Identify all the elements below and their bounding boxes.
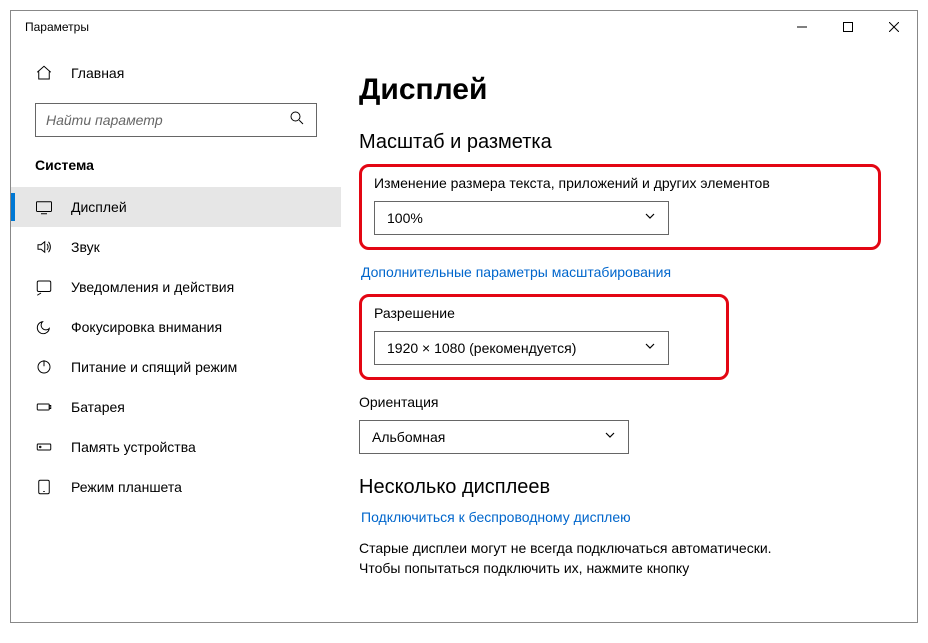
sidebar-item-battery[interactable]: Батарея — [11, 387, 341, 427]
sidebar-item-label: Режим планшета — [71, 479, 182, 495]
chevron-down-icon — [644, 339, 656, 357]
sidebar-item-display[interactable]: Дисплей — [11, 187, 341, 227]
settings-window: Параметры Главная — [10, 10, 918, 623]
resolution-value: 1920 × 1080 (рекомендуется) — [387, 340, 576, 356]
notifications-icon — [35, 278, 53, 296]
sidebar-item-label: Звук — [71, 239, 100, 255]
sidebar-item-tablet[interactable]: Режим планшета — [11, 467, 341, 507]
focus-icon — [35, 318, 53, 336]
home-icon — [35, 64, 53, 82]
sidebar-item-power[interactable]: Питание и спящий режим — [11, 347, 341, 387]
sidebar-item-label: Батарея — [71, 399, 125, 415]
orientation-label: Ориентация — [359, 394, 881, 410]
page-title: Дисплей — [359, 73, 881, 107]
multi-section-title: Несколько дисплеев — [359, 476, 881, 499]
sidebar-item-sound[interactable]: Звук — [11, 227, 341, 267]
resolution-dropdown[interactable]: 1920 × 1080 (рекомендуется) — [374, 331, 669, 365]
minimize-button[interactable] — [779, 11, 825, 43]
search-icon — [288, 109, 306, 132]
window-controls — [779, 11, 917, 43]
scale-highlight: Изменение размера текста, приложений и д… — [359, 164, 881, 250]
connect-wireless-link[interactable]: Подключиться к беспроводному дисплею — [361, 509, 631, 525]
scale-section-title: Масштаб и разметка — [359, 131, 881, 154]
old-display-text2: Чтобы попытаться подключить их, нажмите … — [359, 559, 881, 579]
sidebar-item-label: Фокусировка внимания — [71, 319, 222, 335]
orientation-dropdown[interactable]: Альбомная — [359, 420, 629, 454]
advanced-scaling-link[interactable]: Дополнительные параметры масштабирования — [361, 264, 671, 280]
storage-icon — [35, 438, 53, 456]
old-display-text1: Старые дисплеи могут не всегда подключат… — [359, 539, 881, 559]
search-box[interactable] — [35, 103, 317, 137]
sidebar-item-notifications[interactable]: Уведомления и действия — [11, 267, 341, 307]
scale-dropdown[interactable]: 100% — [374, 201, 669, 235]
resolution-highlight: Разрешение 1920 × 1080 (рекомендуется) — [359, 294, 729, 380]
sound-icon — [35, 238, 53, 256]
sidebar-item-storage[interactable]: Память устройства — [11, 427, 341, 467]
orientation-block: Ориентация Альбомная — [359, 394, 881, 454]
chevron-down-icon — [644, 209, 656, 227]
tablet-icon — [35, 478, 53, 496]
display-icon — [35, 198, 53, 216]
sidebar-item-label: Дисплей — [71, 199, 127, 215]
sidebar-item-label: Питание и спящий режим — [71, 359, 237, 375]
sidebar-section: Система — [11, 151, 341, 187]
sidebar-item-label: Память устройства — [71, 439, 196, 455]
scale-value: 100% — [387, 210, 423, 226]
search-input[interactable] — [46, 112, 267, 128]
orientation-value: Альбомная — [372, 429, 445, 445]
window-title: Параметры — [25, 20, 89, 34]
titlebar: Параметры — [11, 11, 917, 43]
home-label: Главная — [71, 65, 124, 81]
content-area: Главная Система Дисплей Звук — [11, 43, 917, 622]
home-button[interactable]: Главная — [11, 53, 341, 93]
sidebar-item-label: Уведомления и действия — [71, 279, 234, 295]
sidebar-item-focus[interactable]: Фокусировка внимания — [11, 307, 341, 347]
scale-label: Изменение размера текста, приложений и д… — [374, 175, 866, 191]
resolution-label: Разрешение — [374, 305, 714, 321]
maximize-button[interactable] — [825, 11, 871, 43]
chevron-down-icon — [604, 428, 616, 446]
sidebar: Главная Система Дисплей Звук — [11, 43, 341, 622]
power-icon — [35, 358, 53, 376]
main-panel: Дисплей Масштаб и разметка Изменение раз… — [341, 43, 917, 622]
battery-icon — [35, 398, 53, 416]
close-button[interactable] — [871, 11, 917, 43]
